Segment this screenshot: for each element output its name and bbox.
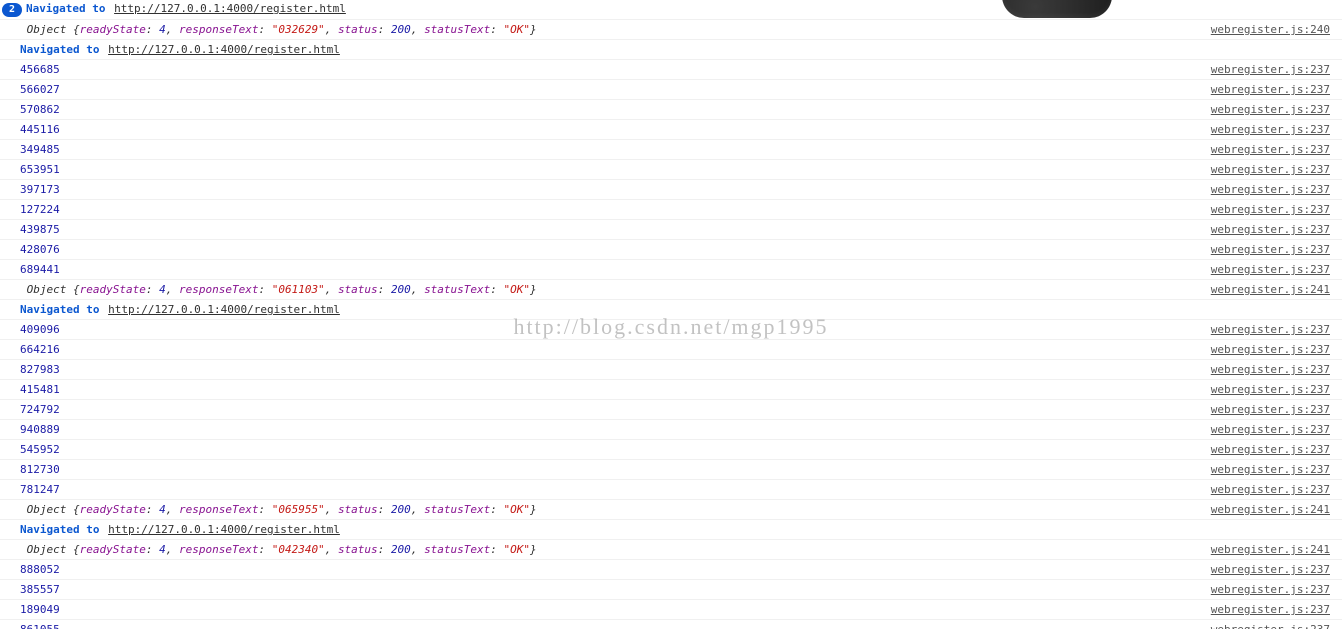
source-link[interactable]: webregister.js:237	[1211, 383, 1330, 396]
source-link[interactable]: webregister.js:240	[1211, 23, 1330, 36]
source-link[interactable]: webregister.js:241	[1211, 503, 1330, 516]
log-value: 689441	[20, 263, 60, 276]
object-preview[interactable]: Object {readyState: 4, responseText: "04…	[20, 543, 537, 556]
log-value: 189049	[20, 603, 60, 616]
source-link[interactable]: webregister.js:237	[1211, 483, 1330, 496]
source-link[interactable]: webregister.js:237	[1211, 83, 1330, 96]
console-row: 439875 webregister.js:237	[0, 220, 1342, 240]
object-preview[interactable]: Object {readyState: 4, responseText: "03…	[20, 23, 537, 36]
console-row: 349485 webregister.js:237	[0, 140, 1342, 160]
navigation-url[interactable]: http://127.0.0.1:4000/register.html	[108, 303, 340, 316]
log-value: 456685	[20, 63, 60, 76]
source-link[interactable]: webregister.js:237	[1211, 583, 1330, 596]
console-row: 189049 webregister.js:237	[0, 600, 1342, 620]
log-value: 566027	[20, 83, 60, 96]
source-link[interactable]: webregister.js:237	[1211, 623, 1330, 629]
console-row: 127224 webregister.js:237	[0, 200, 1342, 220]
source-link[interactable]: webregister.js:237	[1211, 223, 1330, 236]
log-value: 812730	[20, 463, 60, 476]
log-value: 397173	[20, 183, 60, 196]
log-value: 445116	[20, 123, 60, 136]
console-row: ▶ Object {readyState: 4, responseText: "…	[0, 280, 1342, 300]
source-link[interactable]: webregister.js:237	[1211, 443, 1330, 456]
source-link[interactable]: webregister.js:237	[1211, 203, 1330, 216]
log-value: 888052	[20, 563, 60, 576]
log-value: 940889	[20, 423, 60, 436]
console-row: 397173 webregister.js:237	[0, 180, 1342, 200]
console-row: Navigated to http://127.0.0.1:4000/regis…	[0, 300, 1342, 320]
source-link[interactable]: webregister.js:241	[1211, 543, 1330, 556]
log-value: 428076	[20, 243, 60, 256]
console-row: ▶ Object {readyState: 4, responseText: "…	[0, 500, 1342, 520]
source-link[interactable]: webregister.js:237	[1211, 263, 1330, 276]
console-row: 385557 webregister.js:237	[0, 580, 1342, 600]
source-link[interactable]: webregister.js:237	[1211, 103, 1330, 116]
log-value: 439875	[20, 223, 60, 236]
console-row: 888052 webregister.js:237	[0, 560, 1342, 580]
source-link[interactable]: webregister.js:237	[1211, 363, 1330, 376]
console-row: 827983 webregister.js:237	[0, 360, 1342, 380]
source-link[interactable]: webregister.js:237	[1211, 63, 1330, 76]
source-link[interactable]: webregister.js:237	[1211, 143, 1330, 156]
log-value: 545952	[20, 443, 60, 456]
log-value: 385557	[20, 583, 60, 596]
console-row: ▶ Object {readyState: 4, responseText: "…	[0, 540, 1342, 560]
console-row: 445116 webregister.js:237	[0, 120, 1342, 140]
log-value: 409096	[20, 323, 60, 336]
console-row: 689441 webregister.js:237	[0, 260, 1342, 280]
source-link[interactable]: webregister.js:237	[1211, 243, 1330, 256]
object-preview[interactable]: Object {readyState: 4, responseText: "06…	[20, 283, 537, 296]
navigation-url[interactable]: http://127.0.0.1:4000/register.html	[108, 523, 340, 536]
source-link[interactable]: webregister.js:237	[1211, 183, 1330, 196]
object-preview[interactable]: Object {readyState: 4, responseText: "06…	[20, 503, 537, 516]
source-link[interactable]: webregister.js:237	[1211, 323, 1330, 336]
source-link[interactable]: webregister.js:237	[1211, 603, 1330, 616]
source-link[interactable]: webregister.js:237	[1211, 403, 1330, 416]
console-row: 940889 webregister.js:237	[0, 420, 1342, 440]
navigation-label: Navigated to	[20, 523, 106, 536]
console-row: 428076 webregister.js:237	[0, 240, 1342, 260]
console-row: 781247 webregister.js:237	[0, 480, 1342, 500]
log-value: 349485	[20, 143, 60, 156]
console-row: ▶ Object {readyState: 4, responseText: "…	[0, 20, 1342, 40]
log-value: 127224	[20, 203, 60, 216]
console-row: 566027 webregister.js:237	[0, 80, 1342, 100]
source-link[interactable]: webregister.js:237	[1211, 563, 1330, 576]
navigation-label: Navigated to	[20, 43, 106, 56]
log-value: 664216	[20, 343, 60, 356]
navigation-label: Navigated to	[20, 303, 106, 316]
devtools-console[interactable]: 2 Navigated to http://127.0.0.1:4000/regi…	[0, 0, 1342, 629]
log-value: 724792	[20, 403, 60, 416]
console-row: 415481 webregister.js:237	[0, 380, 1342, 400]
navigation-label: Navigated to	[26, 2, 112, 15]
repeat-count-badge: 2	[2, 3, 22, 17]
console-row: 724792 webregister.js:237	[0, 400, 1342, 420]
console-row: 570862 webregister.js:237	[0, 100, 1342, 120]
log-value: 827983	[20, 363, 60, 376]
console-row: 664216 webregister.js:237	[0, 340, 1342, 360]
console-row: Navigated to http://127.0.0.1:4000/regis…	[0, 520, 1342, 540]
navigation-url[interactable]: http://127.0.0.1:4000/register.html	[114, 2, 346, 15]
console-row: 653951 webregister.js:237	[0, 160, 1342, 180]
console-row: 861055 webregister.js:237	[0, 620, 1342, 629]
source-link[interactable]: webregister.js:237	[1211, 343, 1330, 356]
source-link[interactable]: webregister.js:241	[1211, 283, 1330, 296]
log-value: 781247	[20, 483, 60, 496]
console-row: 812730 webregister.js:237	[0, 460, 1342, 480]
console-row: Navigated to http://127.0.0.1:4000/regis…	[0, 40, 1342, 60]
console-row: 409096 webregister.js:237	[0, 320, 1342, 340]
log-value: 570862	[20, 103, 60, 116]
source-link[interactable]: webregister.js:237	[1211, 423, 1330, 436]
console-row: 2 Navigated to http://127.0.0.1:4000/regi…	[0, 0, 1342, 20]
log-value: 415481	[20, 383, 60, 396]
navigation-url[interactable]: http://127.0.0.1:4000/register.html	[108, 43, 340, 56]
console-row: 545952 webregister.js:237	[0, 440, 1342, 460]
source-link[interactable]: webregister.js:237	[1211, 463, 1330, 476]
source-link[interactable]: webregister.js:237	[1211, 163, 1330, 176]
source-link[interactable]: webregister.js:237	[1211, 123, 1330, 136]
log-value: 861055	[20, 623, 60, 629]
console-row: 456685 webregister.js:237	[0, 60, 1342, 80]
log-value: 653951	[20, 163, 60, 176]
